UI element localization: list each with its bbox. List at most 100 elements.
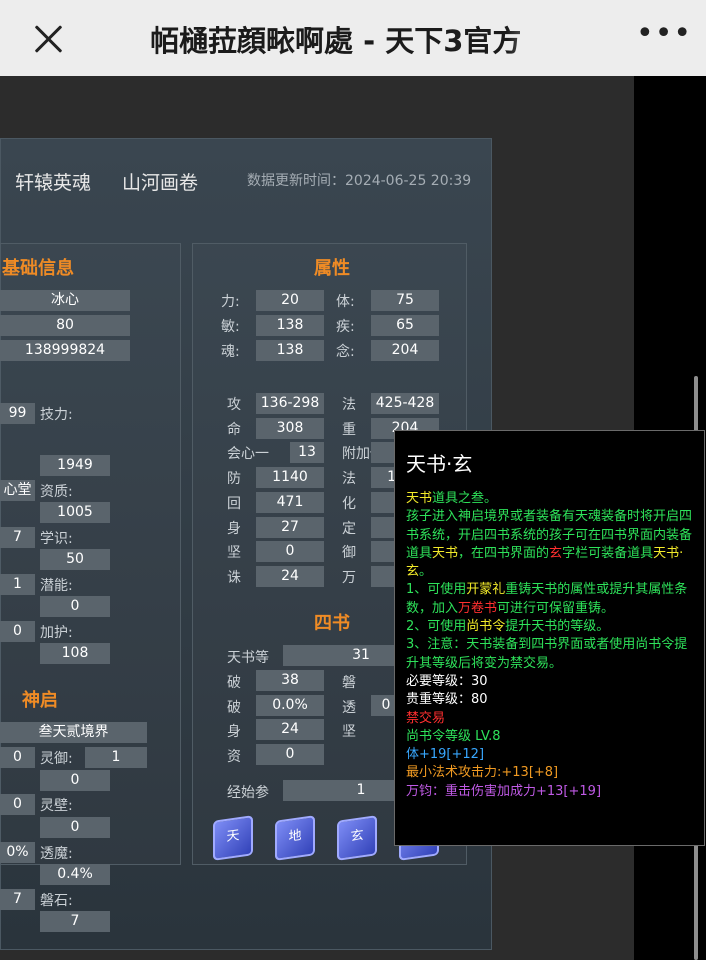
tooltip-text: 天书 bbox=[406, 491, 433, 506]
shenqi-left-value: 7 bbox=[0, 889, 35, 910]
more-options-icon[interactable]: ••• bbox=[636, 19, 691, 54]
combat-value: 13 bbox=[290, 442, 324, 464]
tooltip-line: 3、注意：天书装备到四书界面或者使用尚书令提升其等级后将变为禁交易。 bbox=[406, 636, 698, 673]
stat-value: 204 bbox=[371, 340, 439, 361]
panshi-label: 磐石: bbox=[40, 893, 73, 909]
name-value: 冰心 bbox=[0, 290, 130, 311]
combat-value: 471 bbox=[256, 491, 324, 513]
sishu-label: 磐 bbox=[342, 675, 356, 691]
misc-value: 1005 bbox=[40, 502, 110, 523]
attributes-title: 属性 bbox=[314, 258, 350, 279]
tooltip-text: 道具之叁。 bbox=[432, 491, 498, 506]
combat-value: 1140 bbox=[256, 467, 324, 489]
stat-value: 20 bbox=[256, 290, 324, 311]
tooltip-text: 可进行可保留重铸。 bbox=[497, 600, 615, 616]
tooltip-text: 。 bbox=[419, 564, 433, 580]
tooltip-line: 体+19[+12] bbox=[406, 746, 698, 764]
tooltip-text: 必要等级：30 bbox=[406, 673, 488, 689]
tooltip-text: 开蒙礼 bbox=[466, 582, 506, 598]
close-icon[interactable] bbox=[28, 18, 70, 60]
tooltip-line: 1、可使用开蒙礼重铸天书的属性或提升其属性条数，加入万卷书可进行可保留重铸。 bbox=[406, 581, 698, 618]
shenqi-value: 7 bbox=[40, 911, 110, 932]
tooltip-text: 提升天书的等级。 bbox=[505, 619, 610, 635]
tooltip-line: 万钧：重击伤害加成力+13[+19] bbox=[406, 783, 698, 801]
update-time: 数据更新时间：2024-06-25 20:39 bbox=[247, 173, 472, 189]
shenqi-value: 0.4% bbox=[40, 864, 110, 885]
sishu-label: 坚 bbox=[342, 724, 356, 740]
skill-label: 技力: bbox=[40, 407, 73, 423]
knowledge-label: 学识: bbox=[40, 531, 73, 547]
combat-label: 坚 bbox=[227, 545, 241, 562]
tooltip-text: 天书 bbox=[432, 545, 459, 561]
tooltip-title: 天书·玄 bbox=[406, 452, 473, 476]
tooltip-line: 尚书令等级 LV.8 bbox=[406, 728, 698, 746]
sishu-label: 透 bbox=[342, 700, 356, 716]
tab-shanhe[interactable]: 山河画卷 bbox=[122, 168, 198, 195]
combat-value: 27 bbox=[256, 516, 324, 538]
combat-label: 命 bbox=[227, 421, 241, 438]
touomo-label: 透魔: bbox=[40, 846, 73, 862]
shenqi-left-value: 0 bbox=[0, 794, 35, 815]
sishu-value: 38 bbox=[256, 670, 324, 691]
misc-value: 心堂 bbox=[0, 480, 35, 501]
sishu-label: 天书等 bbox=[227, 650, 269, 666]
sishu-label: 破 bbox=[227, 675, 241, 691]
sishu-title: 四书 bbox=[314, 613, 350, 634]
misc-value: 0 bbox=[0, 621, 35, 642]
lingyu-label: 灵御: bbox=[40, 751, 73, 767]
shenqi-left-value: 0 bbox=[0, 747, 35, 768]
id-value: 138999824 bbox=[0, 340, 130, 361]
top-bar: 帞樋菈顔畩啊處 - 天下3官方 ••• bbox=[0, 0, 706, 76]
book-tian-icon[interactable]: 天 bbox=[213, 815, 253, 861]
realm-value: 叁天贰境界 bbox=[0, 722, 147, 743]
combat-value: 24 bbox=[256, 565, 324, 587]
misc-value: 99 bbox=[0, 403, 35, 424]
tooltip-line: 最小法术攻击力:+13[+8] bbox=[406, 764, 698, 782]
book-xuan-icon[interactable]: 玄 bbox=[337, 815, 377, 861]
tooltip-line: 天书道具之叁。 bbox=[406, 490, 698, 508]
shenqi-value: 0 bbox=[40, 770, 110, 791]
tooltip-text: 万卷书 bbox=[458, 600, 498, 616]
tooltip-text: 体+19[+12] bbox=[406, 747, 485, 763]
sishu-label: 资 bbox=[227, 749, 241, 765]
lingyu-value: 1 bbox=[85, 747, 147, 768]
protect-label: 加护: bbox=[40, 625, 73, 641]
tooltip-line: 贵重等级：80 bbox=[406, 691, 698, 709]
combat-value: 0 bbox=[256, 541, 324, 563]
stat-label: 力: bbox=[221, 294, 240, 310]
combat-label: 攻 bbox=[227, 397, 241, 413]
stat-label: 念: bbox=[336, 344, 355, 360]
basic-info-title: 基础信息 bbox=[2, 258, 74, 279]
tooltip-text: 3、注意：天书装备到四书界面或者使用尚书令提升其等级后将变为禁交易。 bbox=[406, 637, 688, 671]
stat-value: 138 bbox=[256, 340, 324, 361]
tooltip-body: 天书道具之叁。 孩子进入神启境界或者装备有天魂装备时将开启四书系统，开启四书系统的… bbox=[406, 490, 698, 801]
stat-value: 75 bbox=[371, 290, 439, 311]
tooltip-text: 字栏可装备道具 bbox=[562, 545, 654, 561]
combat-label: 身 bbox=[227, 520, 241, 537]
shenqi-left-value: 0% bbox=[0, 842, 35, 863]
tooltip-text: 2、可使用 bbox=[406, 619, 467, 635]
tooltip-text: 最小法术攻击力:+13[+8] bbox=[406, 765, 559, 781]
shenqi-title: 神启 bbox=[22, 690, 58, 711]
stat-label: 敏: bbox=[221, 319, 240, 335]
tooltip-line: 孩子进入神启境界或者装备有天魂装备时将开启四书系统，开启四书系统的孩子可在四书界… bbox=[406, 508, 698, 581]
potential-label: 潜能: bbox=[40, 578, 73, 594]
combat-label: 诛 bbox=[227, 569, 241, 586]
misc-value: 50 bbox=[40, 549, 110, 570]
jingshi-label: 经始参 bbox=[227, 785, 269, 801]
combat-label: 重 bbox=[342, 421, 356, 438]
tooltip-text: 尚书令等级 LV.8 bbox=[406, 728, 501, 744]
combat-label: 防 bbox=[227, 471, 241, 488]
combat-label: 定 bbox=[342, 520, 356, 537]
tab-xuanyuan[interactable]: 轩辕英魂 bbox=[15, 168, 91, 195]
tooltip-line: 禁交易 bbox=[406, 710, 698, 728]
page-title: 帞樋菈顔畩啊處 - 天下3官方 bbox=[150, 24, 522, 58]
shenqi-value: 0 bbox=[40, 817, 110, 838]
sishu-value: 0 bbox=[256, 744, 324, 765]
book-di-icon[interactable]: 地 bbox=[275, 815, 315, 861]
combat-label: 会心一 bbox=[227, 446, 269, 463]
combat-label: 万 bbox=[342, 569, 356, 586]
tooltip-line: 2、可使用尚书令提升天书的等级。 bbox=[406, 618, 698, 636]
tooltip-text: 万钧：重击伤害加成力+13[+19] bbox=[406, 783, 602, 799]
misc-value: 1 bbox=[0, 574, 35, 595]
